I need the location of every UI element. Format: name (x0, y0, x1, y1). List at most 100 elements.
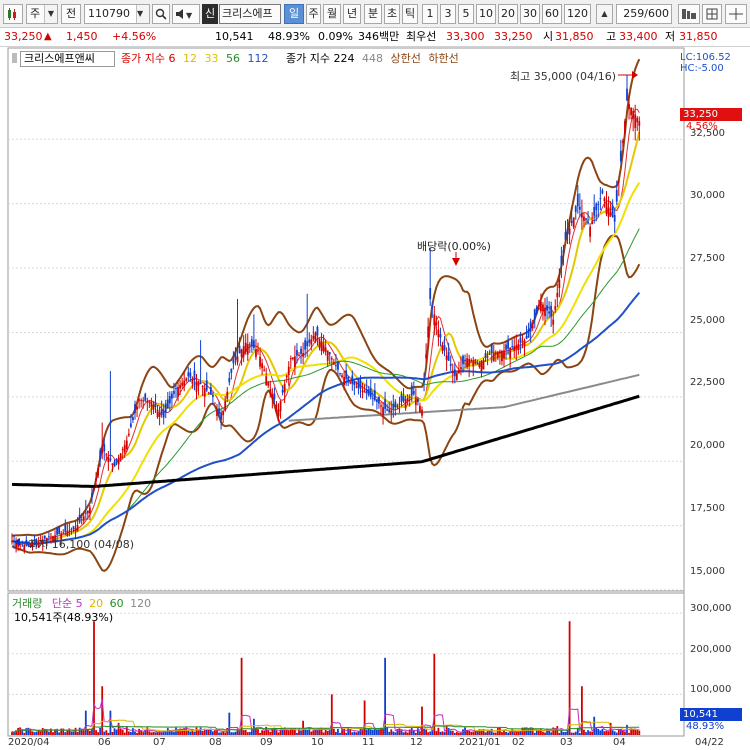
volume-bar (425, 729, 427, 735)
candle-body (56, 527, 58, 535)
volume-bar (130, 731, 132, 735)
volume-bar (353, 731, 356, 735)
candle-body (380, 405, 382, 407)
code-input[interactable]: 110790 ▼ (84, 4, 150, 24)
period-minute-button[interactable]: 분 (364, 4, 382, 24)
period-year-button[interactable]: 년 (343, 4, 361, 24)
volume-bar (535, 730, 538, 735)
candle-body (455, 373, 458, 381)
volume-legend[interactable]: 거래량 단순 5 20 60 120 (12, 597, 151, 612)
candle-body (349, 382, 352, 384)
low-annotation: 최저 16,100 (04/08) (28, 538, 135, 551)
candle-body (287, 366, 290, 376)
volume-bar (419, 731, 421, 735)
interval-10-button[interactable]: 10 (476, 4, 496, 24)
long-ma-legend[interactable]: 종가 지수 224 448 상한선 하한선 (286, 52, 459, 67)
interval-60-button[interactable]: 60 (542, 4, 562, 24)
volume-bar (275, 730, 278, 735)
candle-body (298, 354, 300, 356)
candle-body (300, 348, 302, 354)
market-select[interactable]: 전 (61, 4, 81, 24)
volume-bar (542, 731, 544, 735)
volume-bar (435, 731, 438, 735)
hc-label: HC:-5.00 (680, 63, 724, 74)
volume-bar (406, 732, 409, 735)
interval-3-button[interactable]: 3 (440, 4, 456, 24)
candle-body (453, 369, 456, 377)
candle-body (476, 362, 479, 364)
candle-body (220, 412, 222, 421)
volume-bar (39, 731, 42, 735)
candle-body (199, 382, 202, 384)
search-icon[interactable] (152, 4, 170, 24)
candle-body (630, 107, 632, 116)
tool-settings-icon[interactable] (678, 4, 700, 24)
vol-ma-5-label: 5 (75, 597, 83, 610)
volume-bar (205, 729, 208, 735)
candle-body (250, 339, 253, 347)
volume-bar (501, 732, 503, 735)
candle-body (232, 359, 235, 364)
vol-ma-60-label: 60 (109, 597, 124, 610)
candle-body (238, 345, 241, 354)
long-ma-label: 종가 지수 (286, 52, 330, 65)
candle-body (607, 207, 610, 218)
stock-legend-label: 크리스에프앤씨 (24, 52, 95, 65)
volume-bar (107, 732, 110, 735)
chart-type-icon[interactable] (3, 4, 23, 24)
candle-body (636, 117, 639, 123)
volume-bar (242, 730, 245, 735)
candle-body (591, 221, 594, 225)
volume-ratio: 48.93% (268, 30, 310, 43)
interval-spinner[interactable]: ▲ (596, 4, 613, 24)
crosshair-icon[interactable] (725, 4, 747, 24)
interval-120-button[interactable]: 120 (564, 4, 591, 24)
candle-body (367, 389, 370, 396)
ma-legend[interactable]: 종가 지수 6 12 33 56 112 (121, 52, 268, 67)
volume-bar (339, 732, 341, 735)
y-tick: 20,000 (690, 440, 725, 451)
volume-bar (470, 731, 473, 735)
volume-bar (496, 727, 499, 735)
stock-name[interactable]: 크리스에프 (219, 4, 281, 24)
band-lower-label: 하한선 (428, 52, 459, 65)
volume-bar (527, 728, 530, 735)
period-tick-button[interactable]: 틱 (402, 4, 418, 24)
price-change-pct: +4.56% (112, 30, 157, 43)
interval-1-button[interactable]: 1 (422, 4, 438, 24)
grid-icon[interactable] (702, 4, 722, 24)
candle-body (400, 394, 403, 402)
period-month-button[interactable]: 월 (323, 4, 341, 24)
interval-30-button[interactable]: 30 (520, 4, 540, 24)
volume-bar (632, 729, 635, 735)
low-label: 저 (665, 30, 676, 43)
volume-bar (70, 731, 73, 735)
volume-bar (291, 728, 294, 735)
count-field[interactable]: 259/600 (616, 4, 672, 24)
candle-body (306, 341, 309, 347)
volume-bar (212, 731, 214, 735)
current-volume: 10,541주(48.93%) (14, 611, 114, 624)
candle-body (322, 344, 325, 352)
price-chart[interactable] (0, 47, 750, 750)
interval-5-button[interactable]: 5 (458, 4, 474, 24)
period-day-button[interactable]: 일 (284, 4, 304, 24)
candle-body (392, 403, 395, 409)
stock-legend[interactable]: 크리스에프앤씨 (20, 51, 115, 67)
interval-20-button[interactable]: 20 (498, 4, 518, 24)
period-second-button[interactable]: 초 (384, 4, 400, 24)
volume-bar (234, 731, 237, 735)
candle-body (25, 539, 28, 546)
period-week-button[interactable]: 주 (306, 4, 321, 24)
volume-bar (587, 730, 589, 735)
volume-bar (615, 732, 618, 735)
type-select[interactable]: 주 ▼ (26, 4, 58, 24)
candle-body (595, 203, 598, 211)
candle-body (261, 363, 263, 369)
candle-body (587, 221, 589, 224)
period-minute-label: 분 (367, 7, 379, 20)
volume-bar (13, 732, 15, 735)
candle-body (505, 344, 507, 350)
sound-icon[interactable]: ▼ (172, 4, 200, 24)
volume-bar (224, 732, 227, 735)
